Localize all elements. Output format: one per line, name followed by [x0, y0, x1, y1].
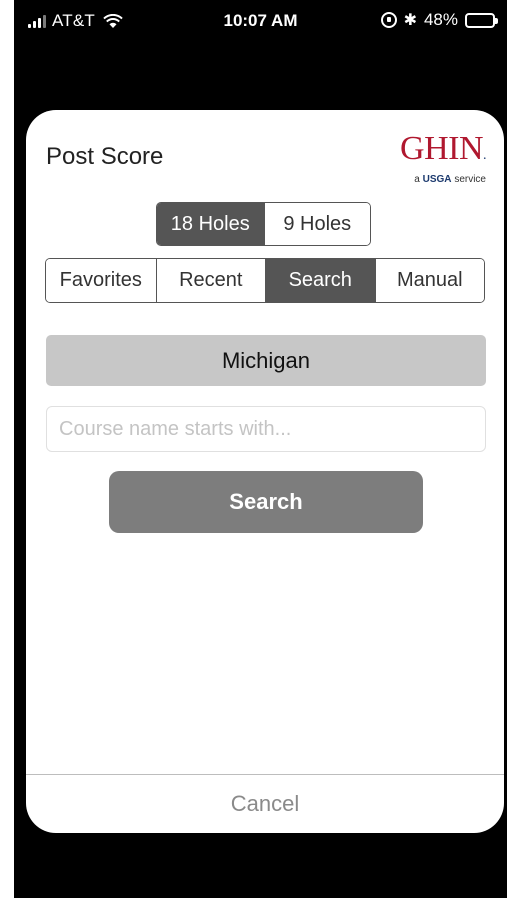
search-button[interactable]: Search: [109, 471, 423, 533]
tab-recent[interactable]: Recent: [155, 259, 265, 302]
tab-favorites[interactable]: Favorites: [46, 259, 156, 302]
holes-option-9[interactable]: 9 Holes: [263, 203, 370, 245]
tab-search[interactable]: Search: [265, 259, 375, 302]
state-selector[interactable]: Michigan: [46, 335, 486, 386]
battery-icon: [465, 12, 498, 28]
phone-screen: AT&T 10:07 AM ✱ 48% Post Score GHIN. a U…: [14, 0, 507, 898]
rotation-lock-icon: [380, 12, 397, 28]
modal-title: Post Score: [46, 143, 164, 170]
holes-option-18[interactable]: 18 Holes: [157, 203, 264, 245]
tab-manual[interactable]: Manual: [374, 259, 484, 302]
post-score-modal: Post Score GHIN. a USGA service 18 Holes…: [26, 110, 504, 833]
battery-percent: 48%: [423, 10, 458, 29]
status-right: ✱ 48%: [380, 10, 498, 30]
course-name-input[interactable]: [46, 406, 486, 452]
status-bar: AT&T 10:07 AM ✱ 48%: [14, 0, 507, 44]
bluetooth-icon: ✱: [403, 12, 417, 29]
holes-selector: 18 Holes 9 Holes: [156, 202, 371, 246]
source-tabs: Favorites Recent Search Manual: [45, 258, 485, 303]
logo-subtitle: a USGA service: [414, 174, 486, 185]
cancel-button[interactable]: Cancel: [26, 775, 504, 833]
ghin-logo: GHIN. a USGA service: [400, 130, 486, 186]
logo-main: GHIN.: [400, 130, 486, 167]
